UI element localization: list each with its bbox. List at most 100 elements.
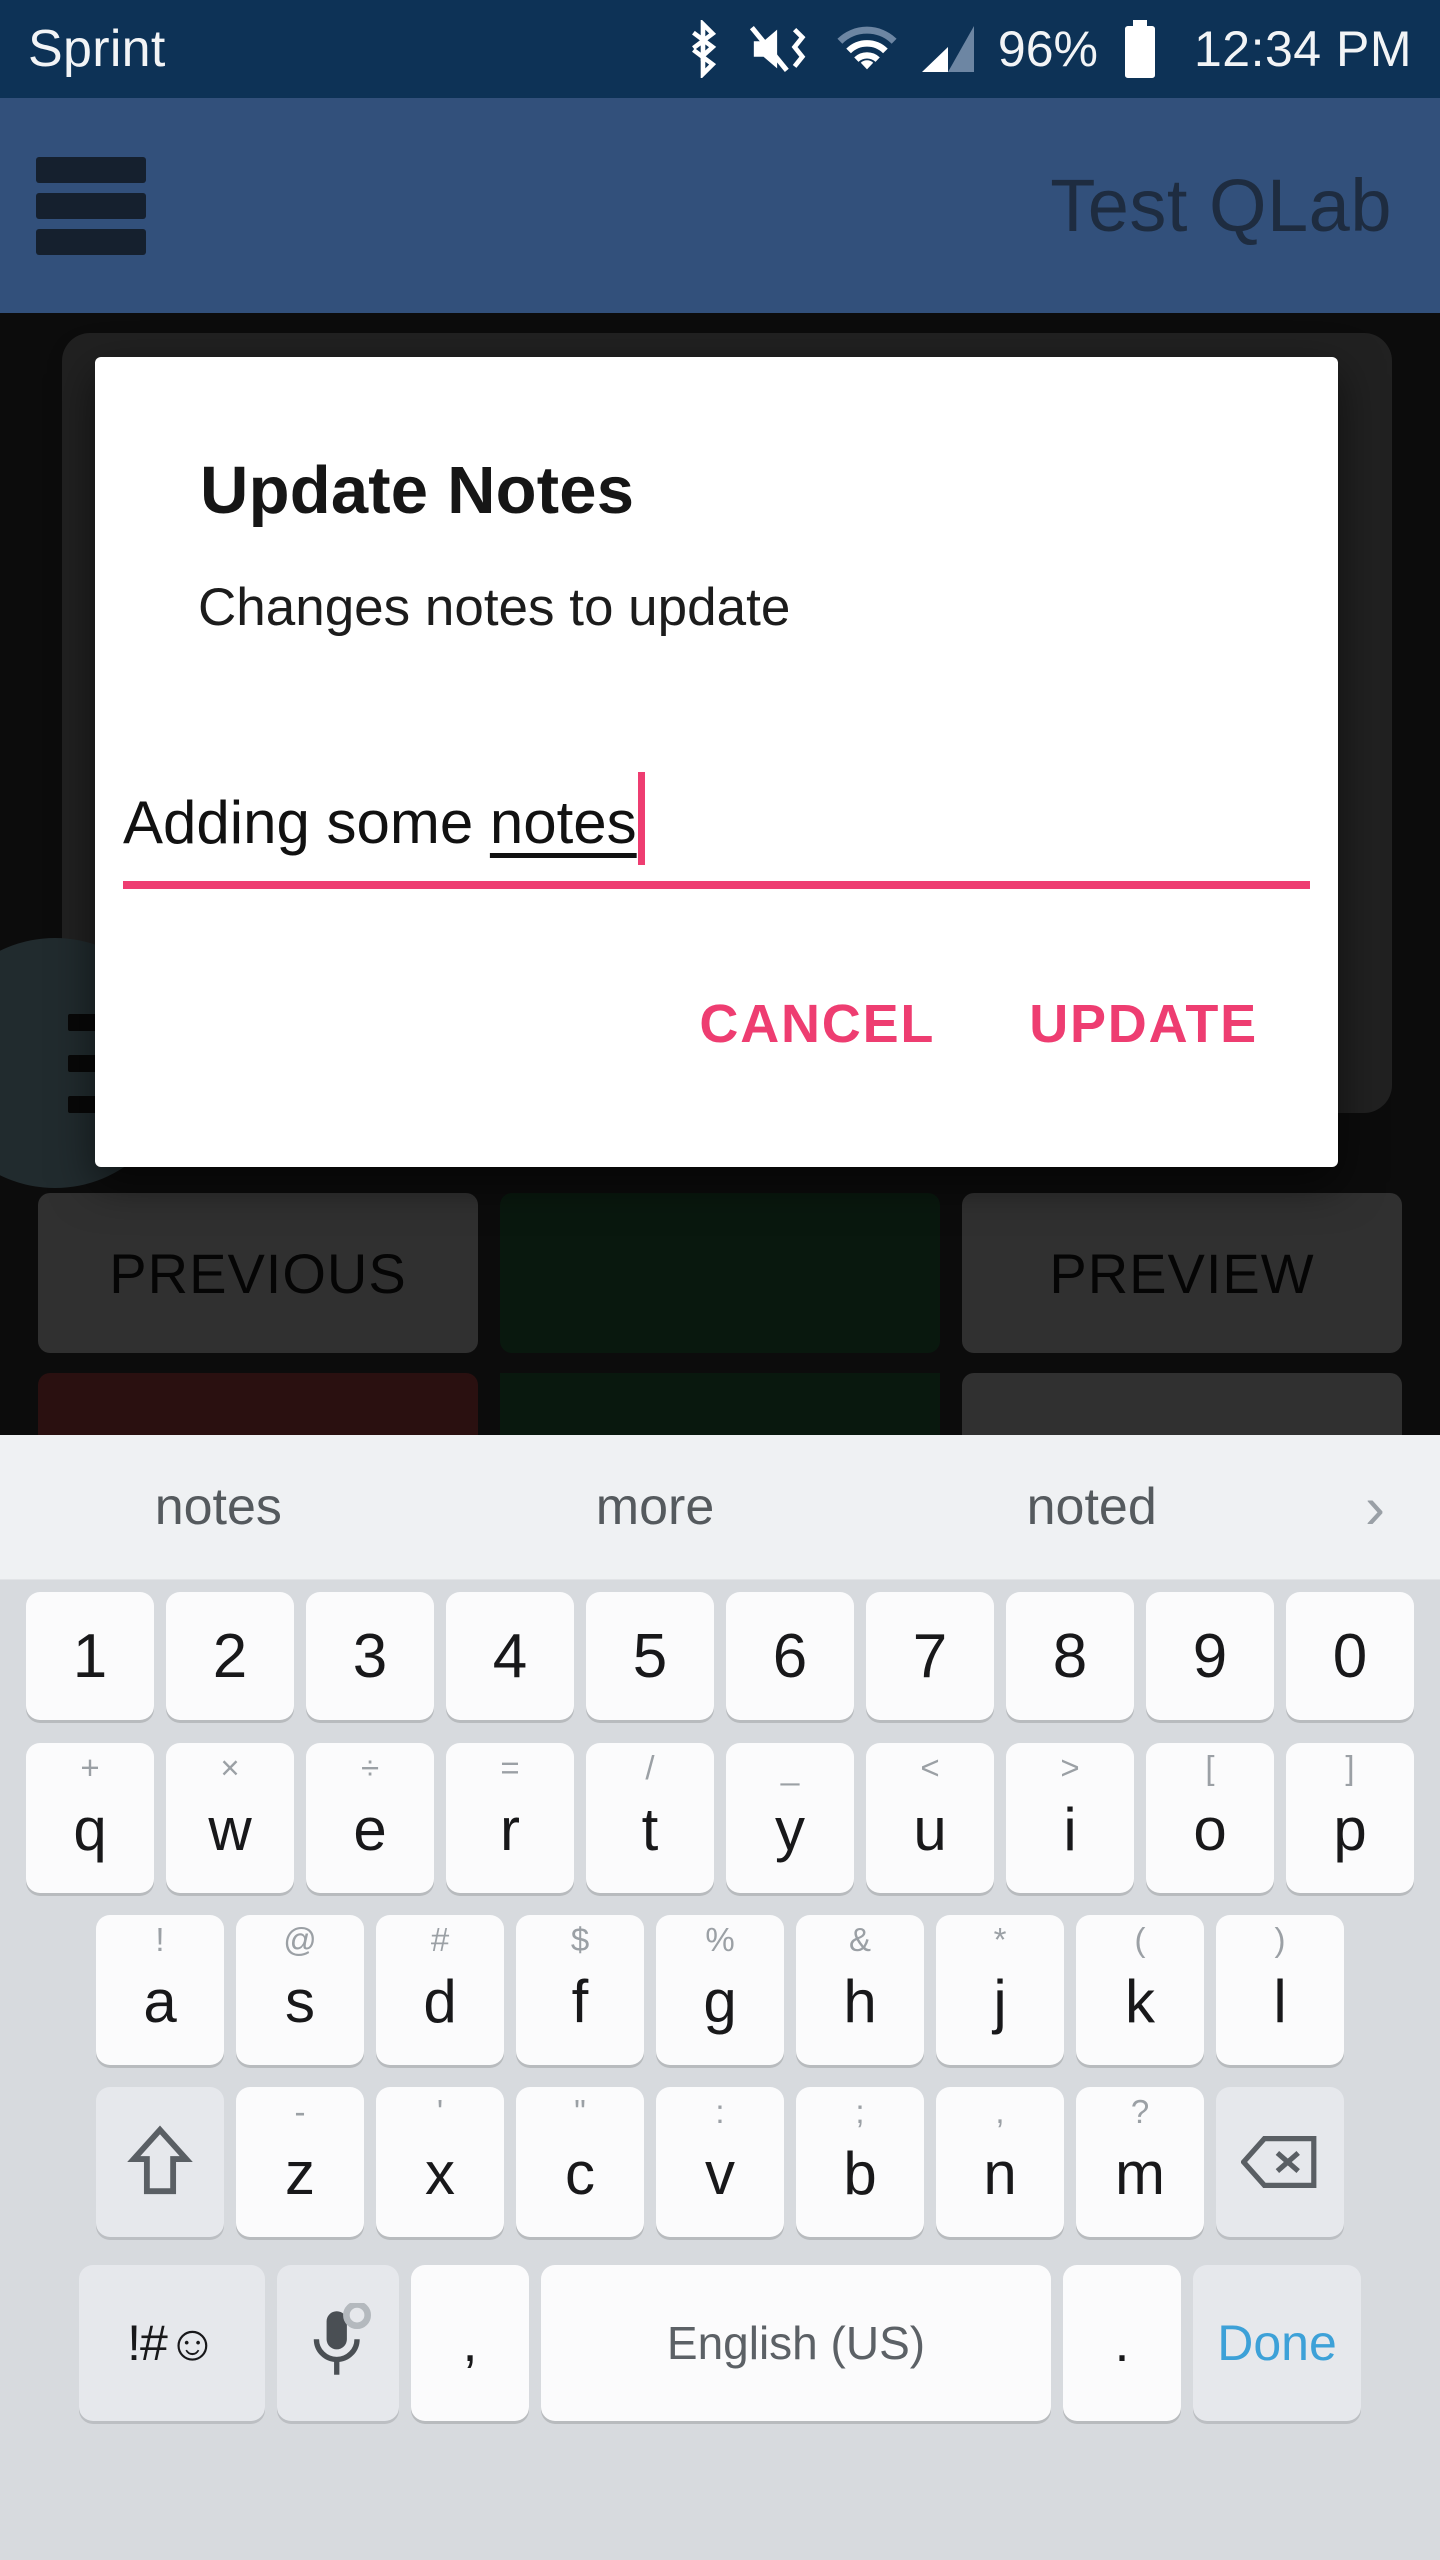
key-d[interactable]: # d <box>376 1915 504 2065</box>
key-k[interactable]: (k <box>1076 1915 1204 2065</box>
key-u[interactable]: < u <box>866 1743 994 1893</box>
key-label: 2 <box>212 1621 248 1691</box>
key-6[interactable]: 6 <box>726 1592 854 1720</box>
key-label: u <box>913 1795 947 1863</box>
notes-input-field[interactable]: Adding some notes <box>123 772 1310 889</box>
update-button[interactable]: UPDATE <box>1021 987 1266 1061</box>
dialog-actions: CANCEL UPDATE <box>691 987 1266 1061</box>
input-underline <box>123 881 1310 889</box>
chevron-right-icon[interactable]: › <box>1310 1473 1440 1542</box>
key-l[interactable]: ) l <box>1216 1915 1344 2065</box>
key-label: e <box>353 1795 387 1863</box>
key-alt-label: ) <box>1274 1921 1286 1958</box>
key-j[interactable]: * j <box>936 1915 1064 2065</box>
key-label: 3 <box>352 1621 388 1691</box>
key-s[interactable]: @ s <box>236 1915 364 2065</box>
key-label: g <box>703 1967 737 2035</box>
key-m[interactable]: ? m <box>1076 2087 1204 2237</box>
key-label: w <box>208 1795 252 1863</box>
key-label: 5 <box>632 1621 668 1691</box>
dialog-title: Update Notes <box>200 453 635 528</box>
key-e[interactable]: ÷ e <box>306 1743 434 1893</box>
shift-arrow-icon <box>125 2123 195 2201</box>
key-label: y <box>775 1795 805 1863</box>
space-key[interactable]: English (US) <box>541 2265 1051 2421</box>
comma-key[interactable]: , <box>411 2265 529 2421</box>
suggestion-0[interactable]: notes <box>0 1477 437 1537</box>
key-label: m <box>1115 2139 1165 2207</box>
key-label: 4 <box>492 1621 528 1691</box>
key-w[interactable]: × w <box>166 1743 294 1893</box>
key-label: i <box>1063 1795 1077 1863</box>
backspace-key[interactable] <box>1216 2087 1344 2237</box>
key-9[interactable]: 9 <box>1146 1592 1274 1720</box>
key-1[interactable]: 1 <box>26 1592 154 1720</box>
key-p[interactable]: ] p <box>1286 1743 1414 1893</box>
backspace-icon <box>1241 2132 1319 2192</box>
key-3[interactable]: 3 <box>306 1592 434 1720</box>
notes-input-text[interactable]: Adding some notes <box>123 772 1310 867</box>
key-label: r <box>500 1795 520 1863</box>
key-label: 6 <box>772 1621 808 1691</box>
key-z[interactable]: -z <box>236 2087 364 2237</box>
key-y[interactable]: _ y <box>726 1743 854 1893</box>
shift-key[interactable] <box>96 2087 224 2237</box>
key-alt-label: + <box>80 1749 100 1786</box>
key-alt-label: @ <box>283 1921 317 1958</box>
key-h[interactable]: & h <box>796 1915 924 2065</box>
key-5[interactable]: 5 <box>586 1592 714 1720</box>
key-alt-label: > <box>1060 1749 1080 1786</box>
key-a[interactable]: ! a <box>96 1915 224 2065</box>
key-label: v <box>705 2139 735 2207</box>
done-key[interactable]: Done <box>1193 2265 1361 2421</box>
key-r[interactable]: = r <box>446 1743 574 1893</box>
key-alt-label: [ <box>1205 1749 1215 1786</box>
key-7[interactable]: 7 <box>866 1592 994 1720</box>
key-alt-label: ] <box>1345 1749 1355 1786</box>
cancel-button[interactable]: CANCEL <box>691 987 943 1061</box>
key-8[interactable]: 8 <box>1006 1592 1134 1720</box>
microphone-icon <box>305 2303 371 2383</box>
key-n[interactable]: ,n <box>936 2087 1064 2237</box>
dialog-message: Changes notes to update <box>198 578 791 637</box>
symbols-key[interactable]: !#☺ <box>79 2265 265 2421</box>
carrier-label: Sprint <box>28 20 166 78</box>
key-v[interactable]: :v <box>656 2087 784 2237</box>
keyboard-row-top: + q × w ÷ e = r / t _ y < u > i[o] p <box>0 1732 1440 1904</box>
key-alt-label: ' <box>436 2093 444 2130</box>
key-alt-label: ÷ <box>360 1749 380 1786</box>
key-x[interactable]: ' x <box>376 2087 504 2237</box>
key-label: n <box>983 2139 1017 2207</box>
key-g[interactable]: % g <box>656 1915 784 2065</box>
key-label: a <box>143 1967 177 2035</box>
hamburger-menu-icon[interactable] <box>36 156 146 255</box>
key-q[interactable]: + q <box>26 1743 154 1893</box>
input-plain-text: Adding some <box>123 789 490 856</box>
suggestion-1[interactable]: more <box>437 1477 874 1537</box>
key-2[interactable]: 2 <box>166 1592 294 1720</box>
input-composing-text: notes <box>489 789 637 856</box>
key-alt-label: ( <box>1134 1921 1146 1958</box>
clock-label: 12:34 PM <box>1193 21 1412 77</box>
key-alt-label: ; <box>855 2093 865 2130</box>
key-label: p <box>1333 1795 1367 1863</box>
period-key[interactable]: . <box>1063 2265 1181 2421</box>
microphone-key[interactable] <box>277 2265 399 2421</box>
keyboard-row-bottom: - z ' x " c: v; b, n? m <box>0 2076 1440 2248</box>
key-f[interactable]: $ f <box>516 1915 644 2065</box>
key-c[interactable]: " c <box>516 2087 644 2237</box>
key-t[interactable]: / t <box>586 1743 714 1893</box>
status-icons: 96% 12:34 PM <box>680 20 1412 78</box>
key-label: k <box>1125 1967 1155 2035</box>
suggestion-2[interactable]: noted <box>873 1477 1310 1537</box>
key-4[interactable]: 4 <box>446 1592 574 1720</box>
key-label: q <box>73 1795 107 1863</box>
suggestion-bar: notes more noted › <box>0 1435 1440 1580</box>
on-screen-keyboard: notes more noted › 1234567890 + q × w ÷ e = r / t… <box>0 1435 1440 2560</box>
key-0[interactable]: 0 <box>1286 1592 1414 1720</box>
key-i[interactable]: > i <box>1006 1743 1134 1893</box>
key-b[interactable]: ; b <box>796 2087 924 2237</box>
key-alt-label: < <box>920 1749 940 1786</box>
key-o[interactable]: [o <box>1146 1743 1274 1893</box>
phone-screen: Sprint 96% 12:34 PM Test QLab Update Not… <box>0 0 1440 2560</box>
